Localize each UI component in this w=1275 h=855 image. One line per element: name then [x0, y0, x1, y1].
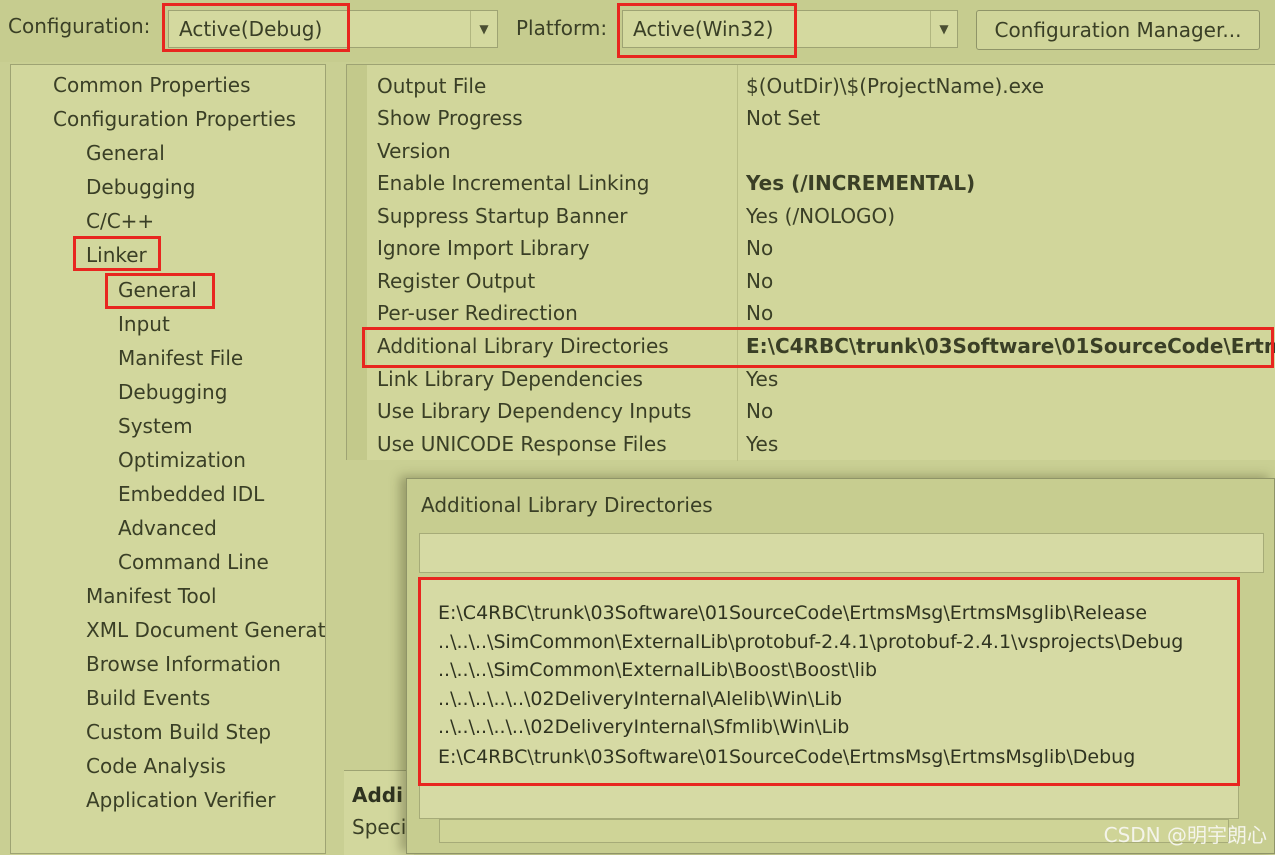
property-value[interactable]: $(OutDir)\$(ProjectName).exe	[746, 74, 1044, 98]
property-name[interactable]: Ignore Import Library	[377, 236, 590, 260]
property-name[interactable]: Use UNICODE Response Files	[377, 432, 667, 456]
tree-item-linker-embedded-idl[interactable]: Embedded IDL	[118, 482, 264, 506]
tree-item-linker-advanced[interactable]: Advanced	[118, 516, 217, 540]
tree-item-common-properties[interactable]: Common Properties	[53, 73, 251, 97]
tree-item-linker-command-line[interactable]: Command Line	[118, 550, 269, 574]
dialog-toolbar-area	[419, 533, 1264, 573]
property-name[interactable]: Link Library Dependencies	[377, 367, 643, 391]
property-value[interactable]: No	[746, 399, 773, 423]
property-name[interactable]: Enable Incremental Linking	[377, 171, 650, 195]
property-name[interactable]: Use Library Dependency Inputs	[377, 399, 691, 423]
highlight-box	[362, 327, 1274, 368]
highlight-box	[73, 236, 161, 271]
property-value[interactable]: Yes (/INCREMENTAL)	[746, 171, 975, 195]
property-name[interactable]: Output File	[377, 74, 486, 98]
property-value[interactable]: No	[746, 269, 773, 293]
configuration-label: Configuration:	[8, 14, 151, 38]
tree-item-configuration-properties[interactable]: Configuration Properties	[53, 107, 296, 131]
property-tree: Common Properties Configuration Properti…	[10, 64, 326, 854]
configuration-manager-button[interactable]: Configuration Manager...	[976, 10, 1260, 50]
property-value[interactable]: No	[746, 301, 773, 325]
watermark: CSDN @明宇朗心	[1103, 823, 1267, 847]
chevron-down-icon[interactable]: ▼	[470, 11, 497, 47]
grid-column-divider[interactable]	[737, 65, 738, 461]
property-value[interactable]: Yes (/NOLOGO)	[746, 204, 895, 228]
tree-item-xml-document-generator[interactable]: XML Document Generat	[86, 618, 325, 642]
tree-item-browse-information[interactable]: Browse Information	[86, 652, 281, 676]
property-value[interactable]: Not Set	[746, 106, 820, 130]
platform-label: Platform:	[516, 16, 608, 40]
tree-item-linker-manifest-file[interactable]: Manifest File	[118, 346, 243, 370]
tree-item-application-verifier[interactable]: Application Verifier	[86, 788, 275, 812]
tree-item-linker-system[interactable]: System	[118, 414, 193, 438]
property-name[interactable]: Per-user Redirection	[377, 301, 578, 325]
description-panel: Addi Speci	[344, 770, 414, 855]
property-value[interactable]: Yes	[746, 367, 778, 391]
property-name[interactable]: Suppress Startup Banner	[377, 204, 628, 228]
highlight-box	[105, 273, 215, 309]
tree-item-linker-debugging[interactable]: Debugging	[118, 380, 227, 404]
tree-item-build-events[interactable]: Build Events	[86, 686, 210, 710]
tree-item-code-analysis[interactable]: Code Analysis	[86, 754, 226, 778]
tree-item-manifest-tool[interactable]: Manifest Tool	[86, 584, 217, 608]
property-value[interactable]: No	[746, 236, 773, 260]
tree-item-general[interactable]: General	[86, 141, 165, 165]
tree-item-cpp[interactable]: C/C++	[86, 209, 154, 233]
tree-item-linker-optimization[interactable]: Optimization	[118, 448, 246, 472]
property-name[interactable]: Register Output	[377, 269, 535, 293]
highlight-box	[617, 3, 797, 58]
chevron-down-icon[interactable]: ▼	[930, 11, 957, 47]
property-name[interactable]: Show Progress	[377, 106, 523, 130]
tree-item-linker-input[interactable]: Input	[118, 312, 170, 336]
description-title: Addi	[352, 783, 403, 807]
highlight-box	[162, 3, 350, 52]
dialog-title: Additional Library Directories	[421, 493, 713, 517]
grid-gutter	[347, 65, 367, 460]
property-grid: Output File $(OutDir)\$(ProjectName).exe…	[346, 64, 1275, 461]
highlight-box	[418, 577, 1240, 786]
tree-item-custom-build-step[interactable]: Custom Build Step	[86, 720, 271, 744]
property-value[interactable]: Yes	[746, 432, 778, 456]
property-name[interactable]: Version	[377, 139, 451, 163]
tree-item-debugging[interactable]: Debugging	[86, 175, 195, 199]
description-text: Speci	[352, 815, 407, 839]
